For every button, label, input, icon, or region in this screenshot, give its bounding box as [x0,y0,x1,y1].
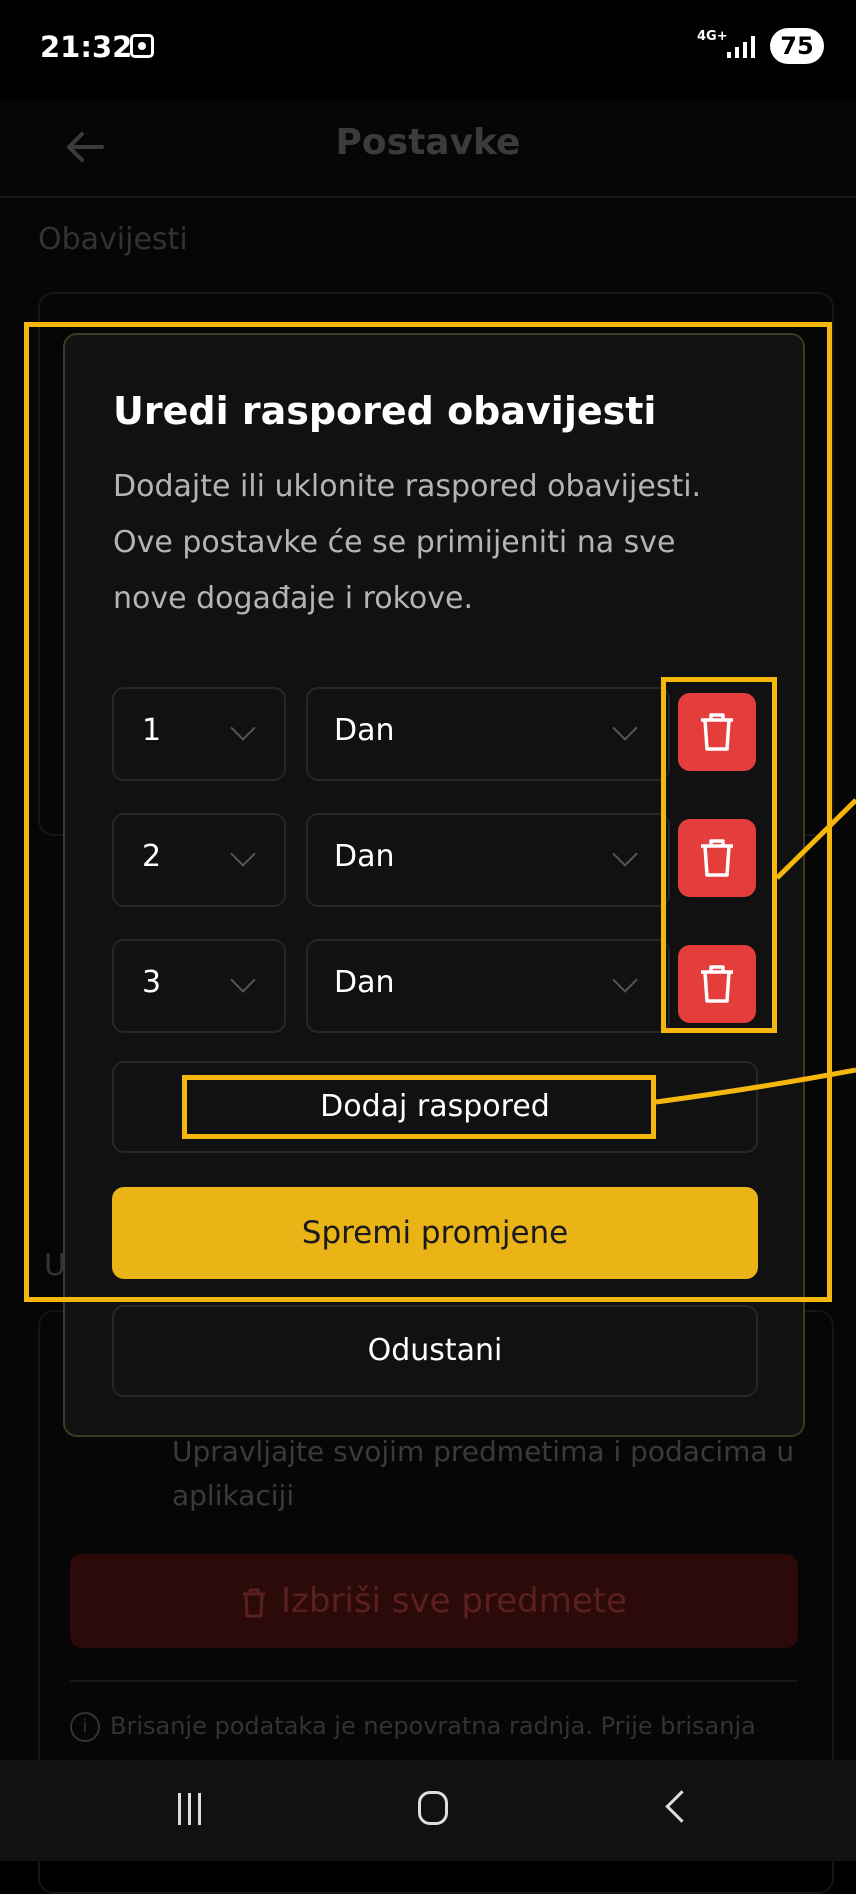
back-icon[interactable] [665,1790,698,1823]
home-icon[interactable] [418,1791,448,1825]
recent-apps-icon[interactable] [178,1793,202,1825]
annotation-callout-lines [655,798,856,1105]
system-nav-bar [0,1760,856,1861]
